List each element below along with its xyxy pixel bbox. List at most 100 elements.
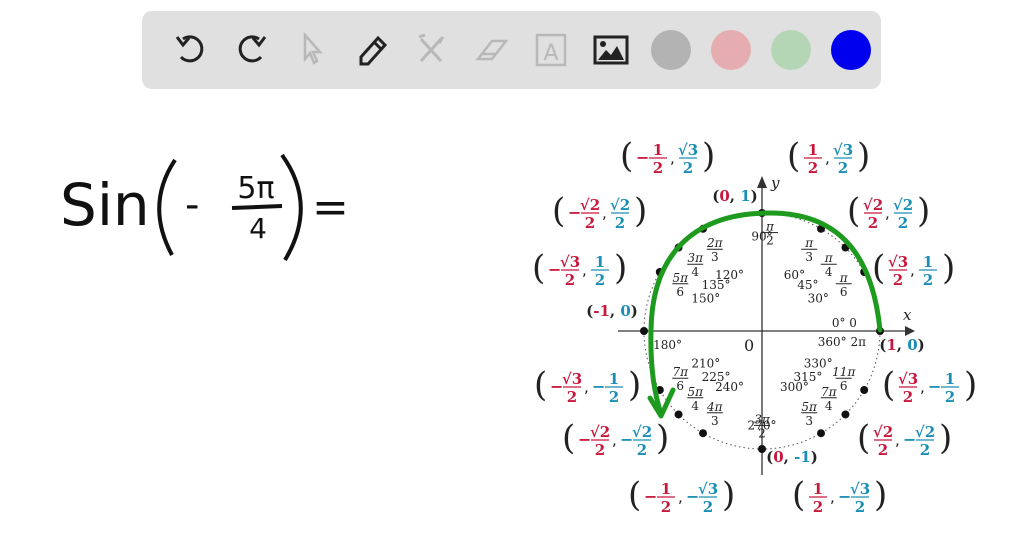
close-paren: ): [917, 191, 930, 231]
open-paren: (: [857, 418, 870, 458]
radian-denominator: 2: [766, 234, 774, 248]
fraction-denominator: 2: [898, 214, 908, 232]
fraction-denominator: 2: [920, 441, 930, 459]
coordinate-text: ,: [730, 187, 740, 205]
fraction-numerator: √3: [678, 141, 698, 159]
coordinate-text: ): [811, 448, 818, 466]
radian-numerator: π: [765, 220, 775, 234]
open-paren: (: [534, 365, 547, 405]
fraction-denominator: 2: [878, 441, 888, 459]
coordinate-text: ): [751, 187, 758, 205]
open-paren: (: [532, 248, 545, 288]
open-paren: (: [552, 191, 565, 231]
coordinate-text: 1: [886, 336, 896, 354]
close-paren: ): [628, 365, 641, 405]
handwritten-expression: Sin - 5π 4 =: [60, 153, 349, 262]
canvas[interactable]: Sin -5π4 =xy00° 030°π645°π460°π390°π2120°2…: [0, 0, 1024, 558]
degree-label: 150°: [691, 292, 720, 306]
fraction-denominator: 2: [893, 271, 903, 289]
radian-numerator: 3π: [687, 251, 704, 265]
coordinate-label: (√32, 12): [872, 248, 955, 289]
comma: ,: [678, 488, 683, 506]
y-axis-arrow: [757, 176, 767, 188]
svg-text:(0, -1): (0, -1): [766, 448, 818, 466]
radian-denominator: 3: [805, 414, 813, 428]
numerator: 5π: [237, 171, 274, 206]
radian-numerator: 5π: [672, 271, 689, 285]
close-paren: ): [942, 248, 955, 288]
close-paren: ): [857, 136, 870, 176]
fraction-denominator: 2: [615, 214, 625, 232]
comma: ,: [825, 149, 830, 167]
radian-numerator: π: [804, 236, 814, 250]
coordinate-text: ,: [784, 448, 794, 466]
coordinate-label: (−12, −√32): [628, 475, 735, 516]
fraction-denominator: 2: [945, 388, 955, 406]
degree-label: 135°: [702, 278, 731, 292]
fraction-numerator: √3: [562, 370, 582, 388]
open-paren: (: [562, 418, 575, 458]
radian-denominator: 6: [840, 285, 848, 299]
fraction-denominator: 2: [855, 498, 865, 516]
fraction-numerator: √2: [873, 423, 893, 441]
close-paren: ): [656, 418, 669, 458]
radian-numerator: 5π: [801, 400, 818, 414]
angle-label: 90°π2: [751, 220, 778, 248]
radian-denominator: 4: [825, 399, 833, 413]
comma: ,: [584, 378, 589, 396]
radian-numerator: 2π: [706, 236, 724, 250]
close-paren: ): [939, 418, 952, 458]
coordinate-text: ): [631, 302, 638, 320]
fraction-denominator: 2: [683, 159, 693, 177]
fraction-numerator: 1: [653, 141, 663, 159]
coordinate-label: (−√22, √22): [552, 191, 647, 232]
radian-numerator: 7π: [821, 385, 838, 399]
coordinate-label: (−12, √32): [620, 136, 715, 177]
degree-label: 180°: [653, 338, 682, 352]
circle-point: [841, 410, 850, 419]
fraction-numerator: √2: [610, 196, 630, 214]
circle-point: [817, 429, 825, 438]
angle-label: 270°3π2: [748, 412, 777, 440]
svg-text:(1, 0): (1, 0): [879, 336, 925, 354]
minus-sign: −: [636, 148, 649, 167]
fraction-numerator: 1: [808, 141, 818, 159]
fraction-numerator: 1: [813, 480, 823, 498]
fraction-numerator: 1: [595, 253, 605, 271]
radian-denominator: 3: [805, 250, 813, 264]
coordinate-text: (: [879, 336, 886, 354]
circle-point: [758, 445, 766, 453]
fraction-denominator: 2: [661, 498, 671, 516]
angle-label: 120°2π3: [706, 236, 744, 282]
degree-label: 360° 2π: [818, 335, 866, 349]
degree-label: 0° 0: [832, 316, 857, 330]
fraction-denominator: 2: [567, 388, 577, 406]
coordinate-text: 1: [740, 187, 750, 205]
fraction-numerator: √3: [850, 480, 870, 498]
denominator: 4: [249, 212, 267, 245]
y-axis-label: y: [770, 174, 780, 192]
fraction-denominator: 2: [653, 159, 663, 177]
minus-sign: -: [185, 182, 199, 228]
fraction-numerator: √3: [698, 480, 718, 498]
angle-label: 0° 0: [832, 316, 857, 330]
angle-label: 180°: [653, 338, 682, 352]
circle-point: [860, 386, 869, 394]
comma: ,: [602, 204, 607, 222]
close-paren: [280, 153, 303, 262]
fraction-numerator: √3: [898, 370, 918, 388]
fraction-numerator: √2: [893, 196, 913, 214]
radian-numerator: 4π: [706, 400, 724, 414]
angle-label: 300°5π3: [780, 380, 818, 428]
degree-label: 315°: [793, 370, 822, 384]
radian-denominator: 3: [711, 414, 719, 428]
close-paren: ): [722, 475, 735, 515]
coordinate-text: ,: [897, 336, 907, 354]
radian-numerator: 5π: [687, 385, 704, 399]
fraction-denominator: 2: [595, 441, 605, 459]
coordinate-text: 0: [773, 448, 783, 466]
fraction-denominator: 2: [609, 388, 619, 406]
open-paren: (: [882, 365, 895, 405]
fraction-denominator: 2: [703, 498, 713, 516]
radian-denominator: 6: [676, 379, 684, 393]
